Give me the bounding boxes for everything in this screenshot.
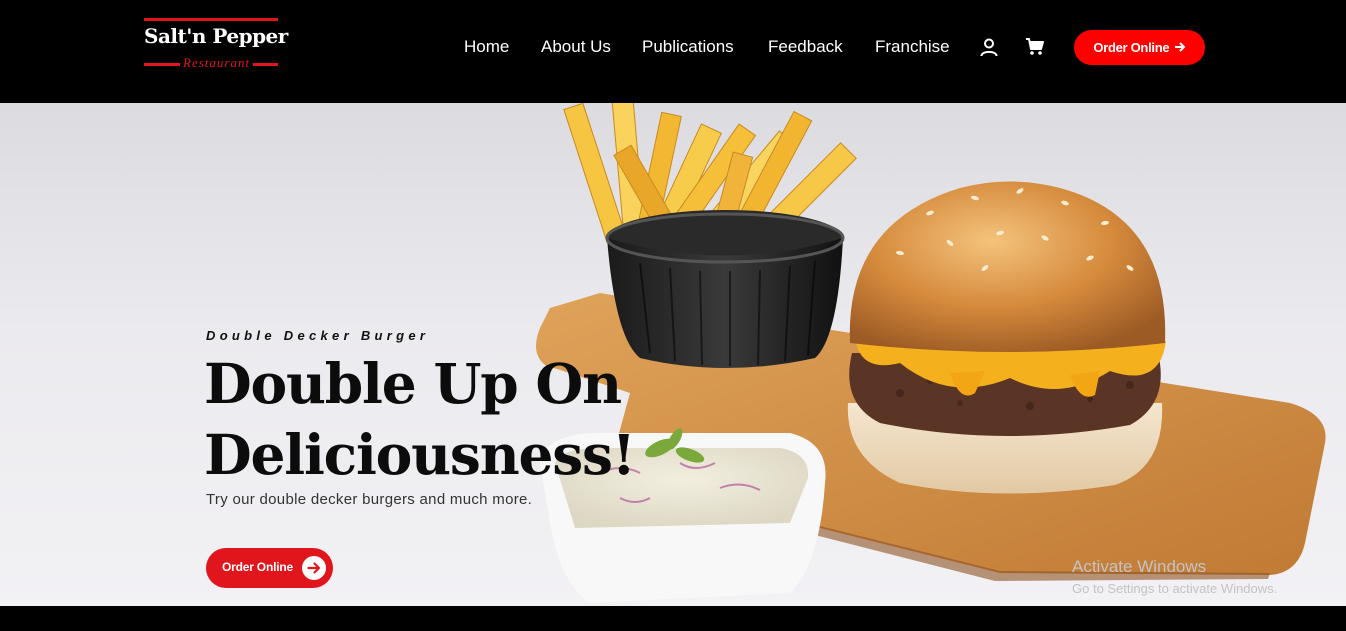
hero-headline-line-2: Deliciousness! [204,422,636,487]
nav-feedback[interactable]: Feedback [768,37,843,57]
nav-about-us[interactable]: About Us [541,37,611,57]
site-logo[interactable]: Salt'n Pepper Restaurant [144,18,288,72]
order-online-button[interactable]: Order Online [1074,30,1205,65]
hero-headline-line-1: Double Up On [204,351,622,416]
windows-activation-watermark: Activate Windows Go to Settings to activ… [1072,557,1277,596]
arrow-right-icon [1174,42,1186,52]
nav-franchise[interactable]: Franchise [875,37,950,57]
arrow-right-circle-icon [302,556,326,580]
user-icon[interactable] [979,37,999,57]
hero-headline: Double Up On Deliciousness! [204,348,636,490]
watermark-subtitle: Go to Settings to activate Windows. [1072,581,1278,596]
hero-tagline: Try our double decker burgers and much m… [206,491,533,508]
hero-banner: Double Decker Burger Double Up On Delici… [0,103,1346,606]
nav-publications[interactable]: Publications [642,37,734,57]
hero-order-online-label: Order Online [222,560,293,574]
hero-eyebrow: Double Decker Burger [206,328,430,343]
site-header: Salt'n Pepper Restaurant Home About Us P… [0,0,1346,103]
logo-top-bar [144,18,278,21]
hero-order-online-button[interactable]: Order Online [206,548,333,588]
watermark-title: Activate Windows [1072,557,1207,576]
order-online-button-label: Order Online [1093,40,1170,55]
shopping-cart-icon[interactable] [1025,37,1045,57]
logo-brand-text: Salt'n Pepper [144,24,288,48]
page-bottom-strip [0,606,1346,631]
logo-subtext: Restaurant [180,55,254,71]
burger-fries-coleslaw-photo [536,103,1326,603]
nav-home[interactable]: Home [464,37,509,57]
